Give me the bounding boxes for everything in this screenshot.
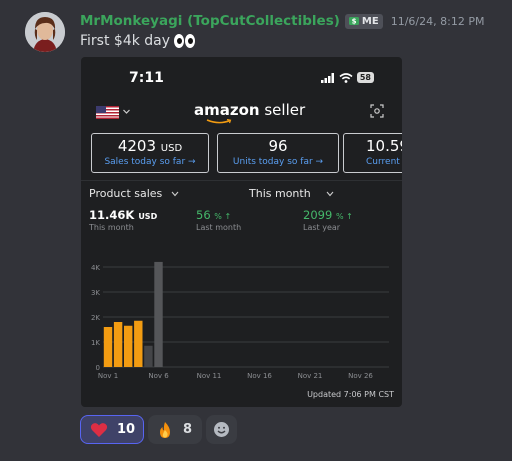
signal-icon bbox=[320, 72, 334, 83]
smiley-icon bbox=[214, 422, 229, 437]
y-tick-label: 2K bbox=[91, 314, 100, 322]
message-header: MrMonkeyagi (TopCutCollectibles) $ ME 11… bbox=[80, 12, 484, 30]
wifi-icon bbox=[339, 72, 353, 83]
role-tag[interactable]: $ ME bbox=[344, 13, 383, 29]
y-tick-label: 4K bbox=[91, 264, 100, 272]
app-header: amazon seller bbox=[81, 97, 402, 127]
chevron-down-icon bbox=[171, 191, 179, 196]
reaction-count: 8 bbox=[183, 422, 193, 437]
scan-icon bbox=[370, 104, 384, 118]
reaction-heart[interactable]: 10 bbox=[80, 415, 144, 444]
heart-icon bbox=[90, 422, 108, 437]
x-tick-label: Nov 21 bbox=[298, 372, 323, 380]
period-dropdown: This month bbox=[249, 187, 334, 200]
bar-nov-4 bbox=[134, 320, 143, 367]
avatar[interactable] bbox=[25, 12, 65, 52]
amazon-seller-logo: amazon seller bbox=[194, 101, 306, 119]
status-time: 7:11 bbox=[129, 70, 164, 86]
message-text: First $4k day bbox=[80, 33, 171, 49]
sales-bar-chart: 0 1K 2K 3K 4K Nov 1 Nov 6 Nov 11 Nov 16 Nov 21 Nov… bbox=[91, 261, 389, 380]
money-icon: $ bbox=[348, 17, 359, 26]
reaction-count: 10 bbox=[117, 422, 136, 437]
x-tick-label: Nov 11 bbox=[197, 372, 222, 380]
amazon-smile-icon bbox=[206, 119, 232, 124]
bar-nov-3 bbox=[124, 325, 133, 367]
bar-nov-1 bbox=[103, 327, 113, 367]
units-today-card: 96 Units today so far → bbox=[217, 133, 339, 173]
y-tick-label: 0 bbox=[96, 364, 100, 372]
x-tick-label: Nov 26 bbox=[348, 372, 373, 380]
role-tag-label: ME bbox=[361, 15, 379, 27]
chevron-down-icon bbox=[123, 109, 130, 114]
fire-icon bbox=[160, 421, 170, 438]
eyes-emoji bbox=[174, 34, 196, 48]
sales-today-card: 4203 USD Sales today so far → bbox=[91, 133, 209, 173]
divider bbox=[81, 180, 402, 181]
updated-time: Updated 7:06 PM CST bbox=[307, 390, 394, 399]
status-icons: 58 bbox=[320, 72, 374, 83]
y-tick-label: 1K bbox=[91, 339, 100, 347]
add-reaction-button[interactable] bbox=[206, 415, 237, 444]
bar-nov-5 bbox=[144, 345, 153, 367]
y-tick-label: 3K bbox=[91, 289, 100, 297]
chevron-down-icon bbox=[326, 191, 334, 196]
battery-icon: 58 bbox=[356, 72, 374, 83]
metric-dropdown: Product sales bbox=[89, 187, 179, 200]
timestamp[interactable]: 11/6/24, 8:12 PM bbox=[391, 15, 485, 28]
us-flag-icon bbox=[96, 106, 119, 119]
stat-last-month: 56 % ↑ Last month bbox=[196, 208, 242, 232]
stat-this-month: 11.46K USD This month bbox=[89, 208, 158, 232]
svg-text:$: $ bbox=[351, 18, 356, 26]
bar-nov-6 bbox=[154, 261, 163, 367]
bar-nov-2 bbox=[113, 322, 123, 367]
message-content: First $4k day bbox=[80, 33, 196, 49]
image-attachment[interactable]: 7:11 58 amazon seller 4203 USD Sales tod… bbox=[81, 57, 402, 407]
x-tick-label: Nov 16 bbox=[247, 372, 272, 380]
x-tick-label: Nov 1 bbox=[98, 372, 118, 380]
status-bar: 7:11 58 bbox=[81, 57, 402, 97]
reaction-fire[interactable]: 8 bbox=[148, 415, 202, 444]
username[interactable]: MrMonkeyagi (TopCutCollectibles) bbox=[80, 13, 340, 29]
x-tick-label: Nov 6 bbox=[148, 372, 169, 380]
stat-last-year: 2099 % ↑ Last year bbox=[303, 208, 353, 232]
current-balance-card: 10.59 Current B bbox=[343, 133, 402, 173]
